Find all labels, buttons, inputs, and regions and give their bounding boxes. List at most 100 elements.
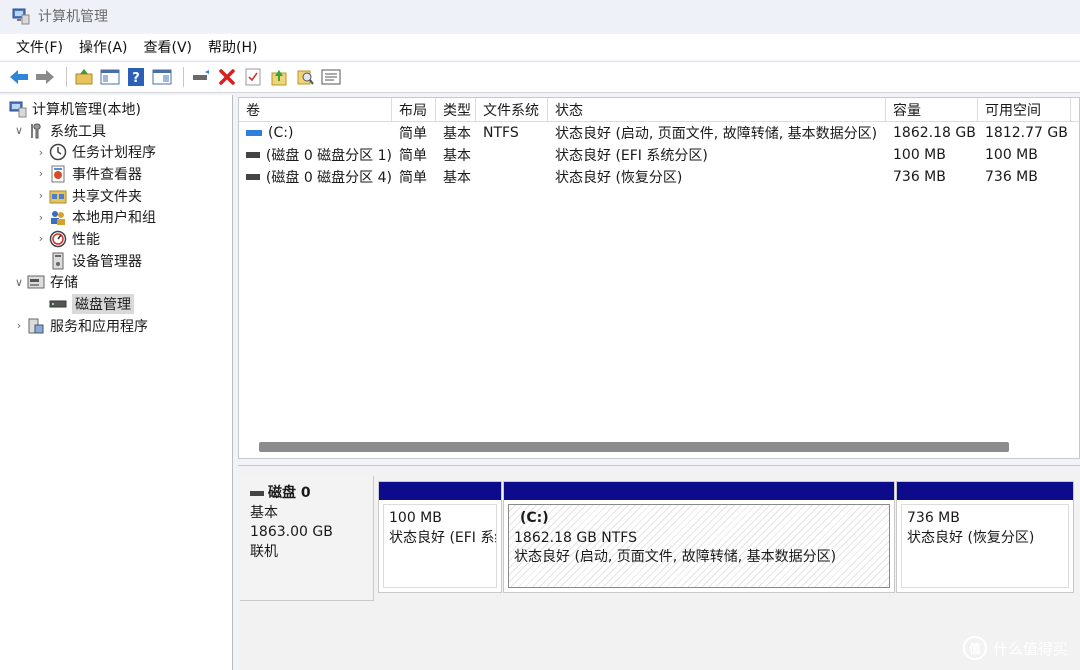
chevron-right-icon[interactable]: › [34, 167, 48, 180]
tree-label: 事件查看器 [72, 166, 142, 183]
tools-icon [26, 122, 46, 140]
column-header-status[interactable]: 状态 [548, 98, 886, 121]
column-header-free-space[interactable]: 可用空间 [978, 98, 1071, 121]
forward-arrow-icon[interactable] [34, 66, 56, 88]
chevron-right-icon[interactable]: › [12, 319, 26, 332]
disk-size: 1863.00 GB [250, 524, 333, 540]
volume-name: (C:) [268, 125, 294, 141]
disk-drive-icon [48, 295, 68, 313]
toolbar-separator [183, 67, 184, 87]
type-cell: 基本 [443, 148, 471, 164]
computer-management-icon [12, 7, 30, 25]
status-cell: 状态良好 (EFI 系统分区) [555, 148, 708, 164]
tree-item-local-users[interactable]: › 本地用户和组 [0, 206, 232, 228]
check-icon[interactable] [242, 66, 264, 88]
partition-name: (C:) [520, 510, 549, 526]
menu-help[interactable]: 帮助(H) [200, 37, 265, 57]
partition-status: 状态良好 (恢复分区) [907, 529, 1035, 546]
partition-bar [379, 482, 501, 500]
chevron-down-icon[interactable]: ∨ [12, 124, 26, 137]
tree-item-storage[interactable]: ∨ 存储 [0, 272, 232, 294]
horizontal-scrollbar[interactable] [259, 442, 1009, 452]
column-header-type[interactable]: 类型 [436, 98, 476, 121]
tree-label: 本地用户和组 [72, 210, 156, 227]
window-title: 计算机管理 [38, 9, 108, 25]
watermark-text: 什么值得买 [992, 639, 1068, 658]
watermark-logo-icon: 值 [962, 636, 987, 660]
partition-status: 状态良好 (启动, 页面文件, 故障转储, 基本数据分区) [514, 549, 837, 565]
disk-info[interactable]: 磁盘 0 基本 1863.00 GB 联机 [240, 476, 374, 601]
menu-view[interactable]: 查看(V) [136, 37, 201, 57]
volume-icon [246, 130, 262, 136]
device-manager-icon [48, 252, 68, 270]
column-header-capacity[interactable]: 容量 [886, 98, 978, 121]
tree-item-performance[interactable]: › 性能 [0, 228, 232, 250]
column-header-layout[interactable]: 布局 [392, 98, 436, 121]
tree-label: 系统工具 [50, 123, 106, 140]
tree-label: 计算机管理(本地) [32, 101, 141, 118]
tree-label: 共享文件夹 [72, 188, 142, 205]
performance-icon [48, 230, 68, 248]
tree-item-disk-management[interactable]: 磁盘管理 [0, 293, 232, 315]
tree-item-device-manager[interactable]: 设备管理器 [0, 250, 232, 272]
storage-icon [26, 273, 46, 291]
show-hide-tree-icon[interactable] [99, 66, 121, 88]
layout-cell: 简单 [399, 126, 427, 142]
chevron-right-icon[interactable]: › [34, 189, 48, 202]
watermark: 值 什么值得买 [962, 636, 1068, 660]
partition-bar [897, 482, 1073, 500]
list-icon[interactable] [320, 66, 342, 88]
partition-recovery[interactable]: 736 MB 状态良好 (恢复分区) [896, 481, 1074, 593]
title-bar: 计算机管理 [0, 0, 1080, 32]
partition-size: 100 MB [389, 510, 442, 526]
volume-list-header: 卷 布局 类型 文件系统 状态 容量 可用空间 [239, 98, 1079, 122]
partition-c[interactable]: (C:) 1862.18 GB NTFS 状态良好 (启动, 页面文件, 故障转… [503, 481, 895, 593]
table-row[interactable]: (磁盘 0 磁盘分区 1) 简单 基本 状态良好 (EFI 系统分区) 100 … [239, 144, 1079, 166]
chevron-right-icon[interactable]: › [34, 232, 48, 245]
column-header-volume[interactable]: 卷 [239, 98, 392, 121]
volume-list: 卷 布局 类型 文件系统 状态 容量 可用空间 (C:) 简单 基本 NTFS … [238, 97, 1080, 459]
table-row[interactable]: (磁盘 0 磁盘分区 4) 简单 基本 状态良好 (恢复分区) 736 MB 7… [239, 166, 1079, 188]
tree-item-task-scheduler[interactable]: › 任务计划程序 [0, 141, 232, 163]
column-header-filesystem[interactable]: 文件系统 [476, 98, 548, 121]
layout-cell: 简单 [399, 148, 427, 164]
free-space-cell: 736 MB [985, 169, 1038, 185]
menu-file[interactable]: 文件(F) [8, 37, 71, 57]
delete-icon[interactable] [216, 66, 238, 88]
status-cell: 状态良好 (启动, 页面文件, 故障转储, 基本数据分区) [555, 126, 878, 142]
tree-item-event-viewer[interactable]: › 事件查看器 [0, 163, 232, 185]
menu-action[interactable]: 操作(A) [71, 37, 136, 57]
volume-icon [246, 152, 260, 158]
volume-icon [246, 174, 260, 180]
shared-folder-icon [48, 187, 68, 205]
tree-item-system-tools[interactable]: ∨ 系统工具 [0, 120, 232, 142]
tree-item-services-apps[interactable]: › 服务和应用程序 [0, 315, 232, 337]
filesystem-cell: NTFS [483, 125, 519, 141]
connect-icon[interactable] [190, 66, 212, 88]
tree-item-shared-folders[interactable]: › 共享文件夹 [0, 185, 232, 207]
disk-map: 磁盘 0 基本 1863.00 GB 联机 100 MB 状态良好 (EFI 系… [238, 465, 1080, 670]
free-space-cell: 1812.77 GB [985, 125, 1068, 141]
chevron-down-icon[interactable]: ∨ [12, 276, 26, 289]
services-icon [26, 317, 46, 335]
table-row[interactable]: (C:) 简单 基本 NTFS 状态良好 (启动, 页面文件, 故障转储, 基本… [239, 122, 1079, 144]
chevron-right-icon[interactable]: › [34, 211, 48, 224]
help-icon[interactable]: ? [125, 66, 147, 88]
properties-icon[interactable] [151, 66, 173, 88]
upload-icon[interactable] [268, 66, 290, 88]
capacity-cell: 1862.18 GB [893, 125, 976, 141]
tree-label: 性能 [72, 231, 100, 248]
type-cell: 基本 [443, 126, 471, 142]
up-folder-icon[interactable] [73, 66, 95, 88]
layout-cell: 简单 [399, 170, 427, 186]
search-icon[interactable] [294, 66, 316, 88]
partition-efi[interactable]: 100 MB 状态良好 (EFI 系统分区) [378, 481, 502, 593]
chevron-right-icon[interactable]: › [34, 146, 48, 159]
partition-size: 736 MB [907, 510, 960, 526]
back-arrow-icon[interactable] [8, 66, 30, 88]
partition-size: 1862.18 GB NTFS [514, 529, 637, 546]
tree-label: 磁盘管理 [72, 294, 134, 315]
volume-name: (磁盘 0 磁盘分区 1) [265, 148, 392, 164]
tree-label: 存储 [50, 275, 78, 292]
tree-item-root[interactable]: 计算机管理(本地) [0, 98, 232, 120]
